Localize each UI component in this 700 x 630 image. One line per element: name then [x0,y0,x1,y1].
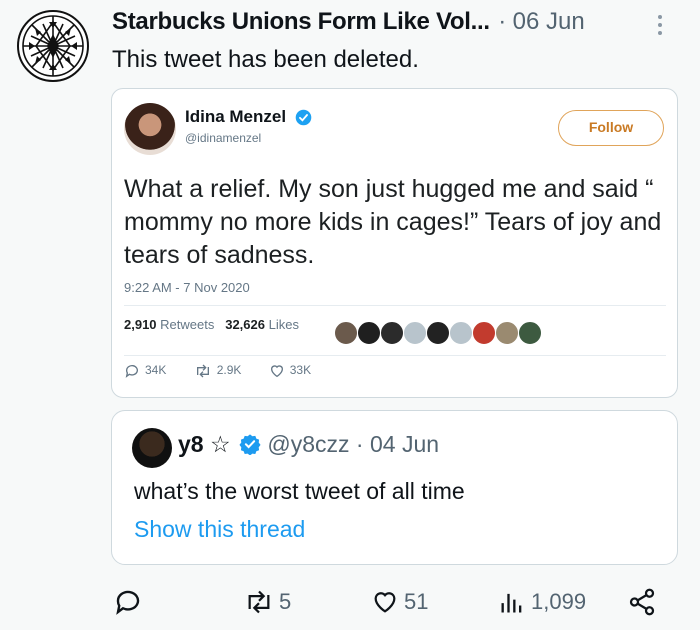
quoted-tweet[interactable]: y8 ☆ @y8czz · 04 Jun what’s the worst tw… [111,410,678,565]
view-count: 1,099 [531,589,587,614]
retweet-button[interactable]: 5 [243,585,291,619]
escher-tessellation-icon [20,13,86,79]
liker-avatar [472,321,496,345]
like-icon [374,592,396,613]
screenshot-retweets-label: Retweets [160,317,215,332]
retweet-count: 5 [279,589,292,614]
views-button[interactable]: 1,099 [497,585,586,619]
quoted-handle[interactable]: @y8czz [267,431,349,457]
like-icon [270,365,283,378]
liker-avatar [426,321,450,345]
reply-button[interactable] [113,585,147,619]
quoted-avatar[interactable] [132,428,172,468]
share-icon [629,588,655,616]
screenshot-likes-count: 32,626 [225,317,265,332]
liker-avatar [380,321,404,345]
liker-avatar [495,321,519,345]
screenshot-retweets-count: 2,910 [124,317,157,332]
author-name[interactable]: Starbucks Unions Form Like Vol... [112,8,490,35]
quoted-header: y8 ☆ @y8czz · 04 Jun [178,431,439,458]
show-thread-link[interactable]: Show this thread [134,516,305,543]
verified-badge-icon [239,434,261,456]
retweet-icon [196,364,209,378]
views-icon [501,593,522,613]
tweet-image[interactable]: Idina Menzel @idinamenzel Follow What a … [111,88,678,398]
like-count: 51 [404,589,429,614]
like-button[interactable]: 51 [370,585,428,619]
screenshot-name: Idina Menzel [185,107,287,126]
screenshot-timestamp: 9:22 AM - 7 Nov 2020 [124,280,250,295]
action-bar: 5 51 1,099 [0,585,700,619]
liker-avatar [334,321,358,345]
screenshot-likes: 33K [289,363,312,378]
retweet-icon [248,590,270,614]
liker-avatar [357,321,381,345]
screenshot-stats: 2,910 Retweets 32,626 Likes [124,317,299,332]
liker-avatar [518,321,542,345]
liker-avatar [403,321,427,345]
verified-badge-icon [295,109,312,126]
quoted-date[interactable]: 04 Jun [370,431,439,457]
header-separator: · [498,8,507,35]
screenshot-handle: @idinamenzel [185,131,262,145]
screenshot-follow-button: Follow [558,110,664,146]
screenshot-divider [124,305,666,306]
screenshot-text: What a relief. My son just hugged me and… [124,175,662,269]
screenshot-replies: 34K [145,363,167,378]
quoted-separator: · [355,431,364,457]
quoted-text: what’s the worst tweet of all time [134,478,465,504]
more-options-icon[interactable] [655,12,665,42]
tweet: Starbucks Unions Form Like Vol... · 06 J… [0,0,700,630]
author-avatar[interactable] [17,10,89,82]
screenshot-avatar [124,103,176,155]
tweet-body: This tweet has been deleted. [112,46,419,73]
liker-avatar [449,321,473,345]
quoted-name[interactable]: y8 ☆ [178,431,231,457]
tweet-header: Starbucks Unions Form Like Vol... · 06 J… [112,8,682,42]
screenshot-divider [124,355,666,356]
tweet-date[interactable]: 06 Jun [513,8,585,35]
screenshot-retweets: 2.9K [216,363,242,378]
screenshot-name-row: Idina Menzel [185,107,312,127]
screenshot-likes-label: Likes [268,317,299,332]
reply-icon [116,590,140,615]
reply-icon [125,365,138,378]
screenshot-actions: 34K 2.9K 33K [124,363,335,379]
share-button[interactable] [627,585,661,619]
